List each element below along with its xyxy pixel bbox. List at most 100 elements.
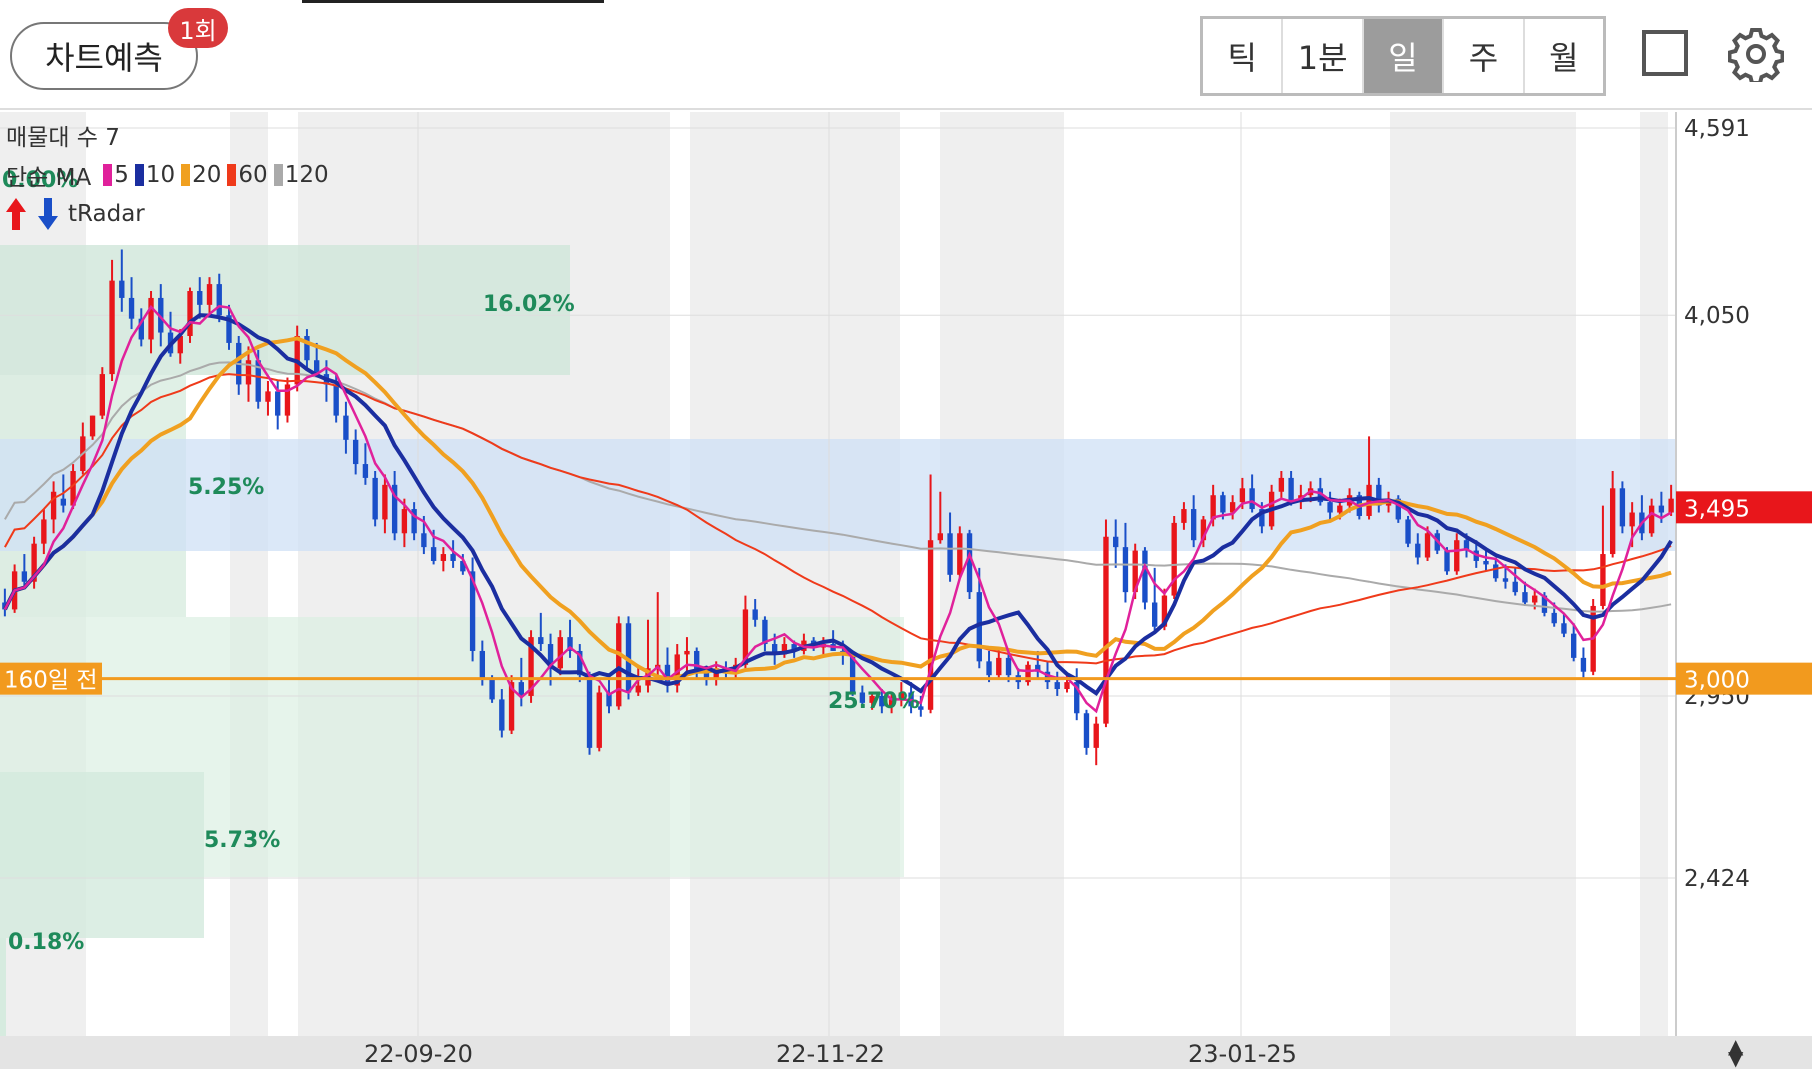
candle-body <box>479 650 486 679</box>
candle-body <box>1532 595 1538 603</box>
gear-icon[interactable] <box>1728 26 1784 82</box>
ma-legend: 단순 MA 5 10 20 60 120 <box>6 158 329 192</box>
candle-body <box>489 678 495 700</box>
candle-body <box>1483 560 1489 565</box>
candle-body <box>1424 533 1431 558</box>
candle-body <box>1278 477 1285 492</box>
candle-body <box>89 415 96 437</box>
candle-body <box>430 547 437 561</box>
candle-body <box>1609 488 1616 555</box>
candle-body <box>1239 488 1246 503</box>
y-tick-label: 4,591 <box>1684 116 1750 142</box>
candle-body <box>1493 564 1499 579</box>
candle-body <box>1054 682 1060 690</box>
candle-body <box>947 533 953 575</box>
candle-body <box>1220 495 1226 513</box>
y-tick-label: 4,050 <box>1684 303 1750 329</box>
candle-body <box>1093 723 1099 748</box>
candle-body <box>1444 550 1450 572</box>
candle-body <box>41 519 47 544</box>
candle-body <box>1288 477 1294 503</box>
predict-count-badge: 1회 <box>168 8 228 48</box>
period-week-button[interactable]: 주 <box>1444 19 1525 93</box>
candle-body <box>206 284 213 305</box>
candle-body <box>401 509 408 534</box>
candle-body <box>684 650 690 655</box>
candle-body <box>1600 554 1606 606</box>
current-price-label: 3,495 <box>1684 496 1750 522</box>
ma5-swatch <box>103 164 113 186</box>
candle-body <box>752 609 758 620</box>
candle-body <box>1571 633 1577 658</box>
chart-area[interactable]: 4,591 4,050 2,950 2,424 160일 전 3,000 3,495 0.00… <box>0 112 1812 1037</box>
volume-percent-label: 5.25% <box>188 475 264 500</box>
candle-body <box>109 280 115 375</box>
ma-legend-title: 단순 MA <box>6 165 92 191</box>
candle-body <box>1405 519 1411 544</box>
tradar-legend: tRadar <box>4 196 145 232</box>
candle-body <box>1152 602 1158 627</box>
candle-body <box>1142 550 1148 603</box>
candle-body <box>635 685 641 693</box>
candle-body <box>1561 623 1567 634</box>
period-day-button[interactable]: 일 <box>1363 19 1445 93</box>
ma10-label: 10 <box>145 162 176 188</box>
candle-body <box>333 384 339 416</box>
x-tick-label: 23-01-25 <box>1188 1040 1297 1068</box>
candle-body <box>382 484 388 520</box>
top-toolbar: 차트예측 1회 틱 1분 일 주 월 <box>0 0 1812 108</box>
candle-body <box>99 374 105 416</box>
candle-body <box>1083 713 1090 748</box>
candle-body <box>1668 498 1674 513</box>
session-band <box>1390 112 1576 1037</box>
candle-body <box>1181 509 1187 523</box>
candle-body <box>1415 543 1421 558</box>
fullscreen-square-icon[interactable] <box>1642 30 1688 76</box>
candle-body <box>128 297 135 319</box>
candle-body <box>1648 505 1655 534</box>
candle-body <box>1005 657 1012 676</box>
volume-percent-label: 25.70% <box>828 689 920 714</box>
x-tick-label: 22-11-22 <box>776 1040 885 1068</box>
candle-body <box>1629 512 1635 527</box>
candle-body <box>596 692 602 748</box>
x-axis-bar <box>0 1036 1812 1069</box>
candle-body <box>1502 578 1509 582</box>
candle-body <box>21 571 28 582</box>
candle-body <box>1551 612 1557 624</box>
y-axis-background <box>1676 112 1812 1037</box>
period-1min-button[interactable]: 1분 <box>1283 19 1364 93</box>
period-tick-button[interactable]: 틱 <box>1203 19 1284 93</box>
scroll-handle-icon[interactable]: ▲ ▼ <box>1728 1036 1743 1068</box>
candle-body <box>1658 505 1665 513</box>
reference-label: 160일 전 <box>4 668 98 694</box>
x-tick-label: 22-09-20 <box>364 1040 473 1068</box>
candle-body <box>937 533 943 541</box>
ma20-label: 20 <box>192 162 222 188</box>
candle-body <box>275 391 281 416</box>
volume-percent-label: 5.73% <box>204 828 280 853</box>
y-tick-label: 2,424 <box>1684 866 1750 892</box>
period-selector: 틱 1분 일 주 월 <box>1200 16 1606 96</box>
candle-body <box>372 477 378 520</box>
session-band <box>690 112 900 1037</box>
period-month-button[interactable]: 월 <box>1525 19 1603 93</box>
ma120-label: 120 <box>284 162 329 188</box>
candle-body <box>216 284 222 316</box>
ma20-swatch <box>181 164 191 186</box>
candle-body <box>1249 488 1255 510</box>
toolbar-divider <box>0 108 1812 110</box>
candle-body <box>187 291 193 337</box>
candle-body <box>1064 682 1070 690</box>
candle-body <box>50 491 57 520</box>
candle-body <box>440 554 447 561</box>
ma60-swatch <box>227 164 237 186</box>
candle-body <box>421 533 427 548</box>
ma10-swatch <box>134 164 144 186</box>
candle-body <box>1171 522 1177 596</box>
price-chart[interactable]: 4,5914,0502,9502,424160일 전 3,0003,4950.00… <box>0 112 1812 1037</box>
ma120-swatch <box>273 164 283 186</box>
candle-body <box>1113 536 1119 548</box>
candle-body <box>148 297 154 340</box>
candle-body <box>996 657 1002 676</box>
